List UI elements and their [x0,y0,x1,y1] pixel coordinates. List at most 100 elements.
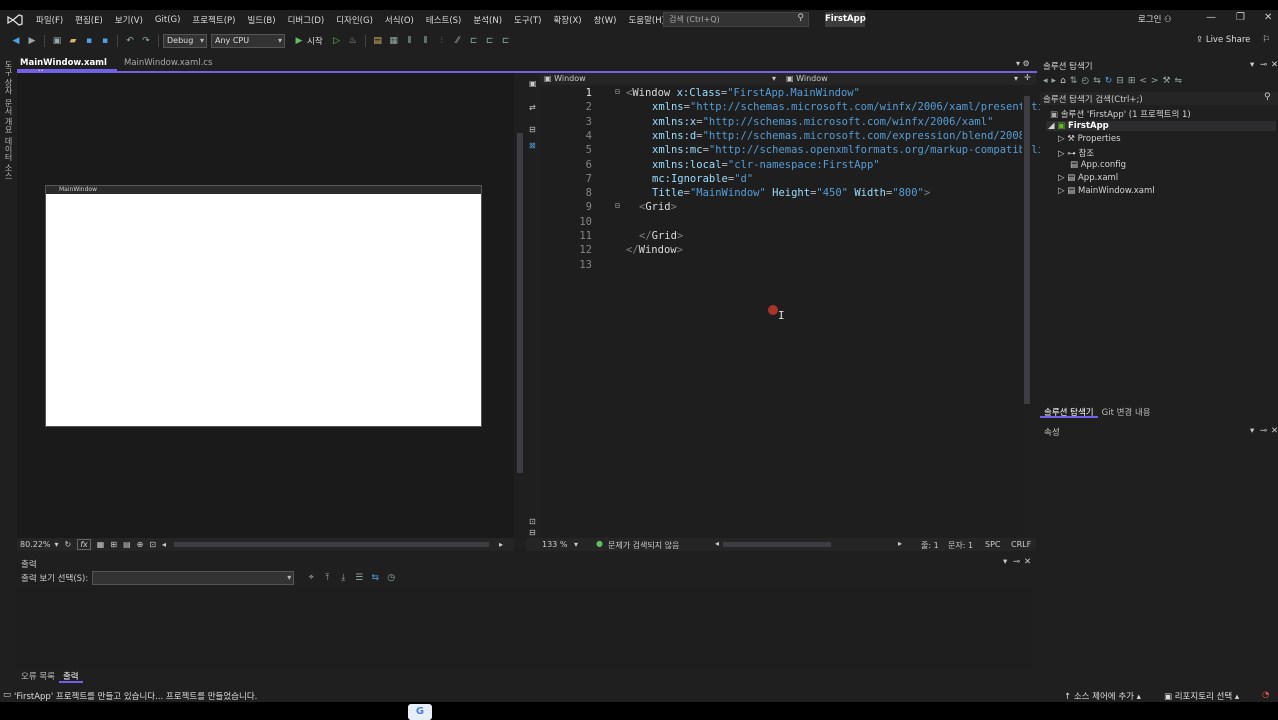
whitespace-indicator[interactable]: SPC [985,540,1001,549]
tab-error-list[interactable]: 오류 목록 [17,669,59,683]
designer-scroll-thumb[interactable] [517,133,523,473]
se-pin-icon[interactable]: ⊸ [1260,60,1267,70]
clear-all-icon[interactable]: ☰ [352,571,366,585]
tree-item-properties[interactable]: ▷ ⚒ Properties [1058,134,1121,144]
se-refresh-icon[interactable]: ↻ [1105,76,1117,86]
project-code-icon[interactable]: ⊡ [149,540,156,549]
tree-item-references[interactable]: ▷ ⊶ 참조 [1058,147,1094,159]
find-message-icon[interactable]: ⌖ [304,571,318,585]
menu-test[interactable]: 테스트(S) [420,14,468,26]
design-window-preview[interactable]: MainWindow [45,185,482,427]
output-pin-icon[interactable]: ⊸ [1013,557,1020,567]
distribute-icon[interactable]: ⫶ [435,34,449,48]
menu-design[interactable]: 디자인(G) [330,14,379,26]
repository-button[interactable]: ▣ 리포지토리 선택 ▴ [1164,690,1239,702]
search-input[interactable]: 검색 (Ctrl+Q) ⚲ [663,12,809,27]
feedback-icon[interactable]: ⚐ [1262,35,1270,45]
hot-reload-icon[interactable]: ♨ [346,34,360,48]
se-home-icon[interactable]: ⌂ [1060,76,1070,86]
se-collapse-icon[interactable]: ⊟ [1116,76,1128,86]
output-close-icon[interactable]: ✕ [1024,557,1031,567]
menu-edit[interactable]: 편집(E) [69,14,109,26]
fold-icon[interactable]: ⊟ [615,201,620,210]
redo-icon[interactable]: ↷ [139,34,153,48]
login-button[interactable]: 로그인 ⚇ [1138,13,1172,25]
output-source-select[interactable] [92,571,295,585]
se-preview-icon[interactable]: ⇋ [1175,76,1187,86]
refresh-icon[interactable]: ↻ [65,540,72,549]
open-folder-icon[interactable]: ▰ [66,34,80,48]
line-ending-indicator[interactable]: CRLF [1011,540,1031,549]
browse-folder-icon[interactable]: ▤ [371,34,385,48]
snap-lines-icon[interactable]: ⊕ [137,540,144,549]
tab-mainwindow-xaml-cs[interactable]: MainWindow.xaml.cs [120,57,230,71]
menu-extensions[interactable]: 확장(X) [547,14,587,26]
comment-icon[interactable]: ⁄⁄ [451,34,465,48]
menu-analyze[interactable]: 분석(N) [467,14,508,26]
se-search-input[interactable]: 솔루션 탐색기 검색(Ctrl+;) ⚲ [1040,92,1278,105]
tree-item-app-config[interactable]: ▤ App.config [1070,160,1126,170]
bookmark-next-icon[interactable]: ⊏ [499,34,513,48]
zoom-dropdown-icon[interactable]: ▾ [55,540,59,549]
se-show-all-icon[interactable]: ⊞ [1128,76,1140,86]
start-without-debug-icon[interactable]: ▷ [330,34,344,48]
prev-message-icon[interactable]: ⤒ [320,571,334,585]
se-close-icon[interactable]: ✕ [1271,60,1278,70]
se-forward-icon[interactable]: ▸ [1052,76,1061,86]
collapsed-arrow-icon[interactable]: ▷ [1058,134,1065,144]
align-left-icon[interactable]: ⫴ [403,34,417,48]
editor-hscrollbar[interactable] [723,542,831,547]
vertical-split-icon[interactable]: ⊟ [529,125,536,134]
collapsed-arrow-icon[interactable]: ▷ [1058,173,1065,183]
layout-icon[interactable]: ▦ [387,34,401,48]
output-text-area[interactable] [17,587,1033,669]
se-sync-icon[interactable]: ⇆ [1093,76,1105,86]
issues-status[interactable]: 문제가 검색되지 않음 [608,540,679,551]
save-icon[interactable]: ▪ [82,34,96,48]
tree-item-mainwindow-xaml[interactable]: ▷ ▤ MainWindow.xaml [1058,186,1155,196]
se-switch-view-icon[interactable]: ⇅ [1070,76,1082,86]
designer-zoom-select[interactable]: 80.22% [20,540,51,549]
forward-icon[interactable]: ▶ [25,34,39,48]
se-pending-icon[interactable]: ◴ [1081,76,1093,86]
nav-left-select[interactable]: ▣ Window [544,74,586,83]
start-button[interactable]: 시작 [307,35,323,47]
live-share-button[interactable]: ⇪ Live Share [1196,35,1250,45]
tree-item-app-xaml[interactable]: ▷ ▤ App.xaml [1058,173,1118,183]
configuration-select[interactable]: Debug [163,34,207,48]
save-all-icon[interactable]: ▪ [98,34,112,48]
fold-icon[interactable]: ⊟ [615,87,620,96]
design-pane-icon[interactable]: ▣ [529,79,537,88]
menu-build[interactable]: 빌드(B) [241,14,281,26]
solution-node[interactable]: ▣ 솔루션 'FirstApp' (1 프로젝트의 1) [1050,108,1191,120]
menu-window[interactable]: 창(W) [588,14,623,26]
fx-button[interactable]: fx [77,539,91,550]
collapsed-arrow-icon[interactable]: ▷ [1058,186,1065,196]
notifications-icon[interactable]: ◔ [1262,690,1269,700]
collapse-pane-icon[interactable]: ⊡ [529,517,536,526]
platform-select[interactable]: Any CPU [211,34,285,48]
align-center-icon[interactable]: ⫴ [419,34,433,48]
toolbox-tab[interactable]: 도구 상자 [3,60,14,95]
menu-git[interactable]: Git(G) [149,15,187,25]
bookmark-icon[interactable]: ⊏ [467,34,481,48]
document-outline-tab[interactable]: 문서 개요 [3,99,14,134]
zoom-dropdown-icon[interactable]: ▾ [574,540,578,549]
tab-list-icon[interactable]: ▾ ⚙ [1016,59,1030,68]
split-editor-icon[interactable]: ✛ [1024,73,1031,82]
minimize-icon[interactable]: — [1206,12,1216,23]
output-menu-icon[interactable]: ▾ [1003,557,1007,567]
nav-left-dropdown-icon[interactable]: ▾ [772,74,776,83]
close-icon[interactable]: ✕ [1264,12,1272,23]
menu-debug[interactable]: 디버그(D) [282,14,331,26]
menu-tools[interactable]: 도구(T) [508,14,547,26]
se-code-icon[interactable]: <> [1139,76,1162,86]
tab-mainwindow-xaml[interactable]: MainWindow.xaml ⊸ ✕ [17,57,117,78]
props-pin-icon[interactable]: ⊸ [1260,426,1267,436]
swap-panes-icon[interactable]: ⇄ [529,103,536,112]
restore-icon[interactable]: ❐ [1236,12,1245,23]
tab-solution-explorer[interactable]: 솔루션 탐색기 [1040,405,1098,418]
menu-file[interactable]: 파일(F) [30,14,69,26]
translate-app-icon[interactable]: G [408,704,432,720]
bookmark-prev-icon[interactable]: ⊏ [483,34,497,48]
